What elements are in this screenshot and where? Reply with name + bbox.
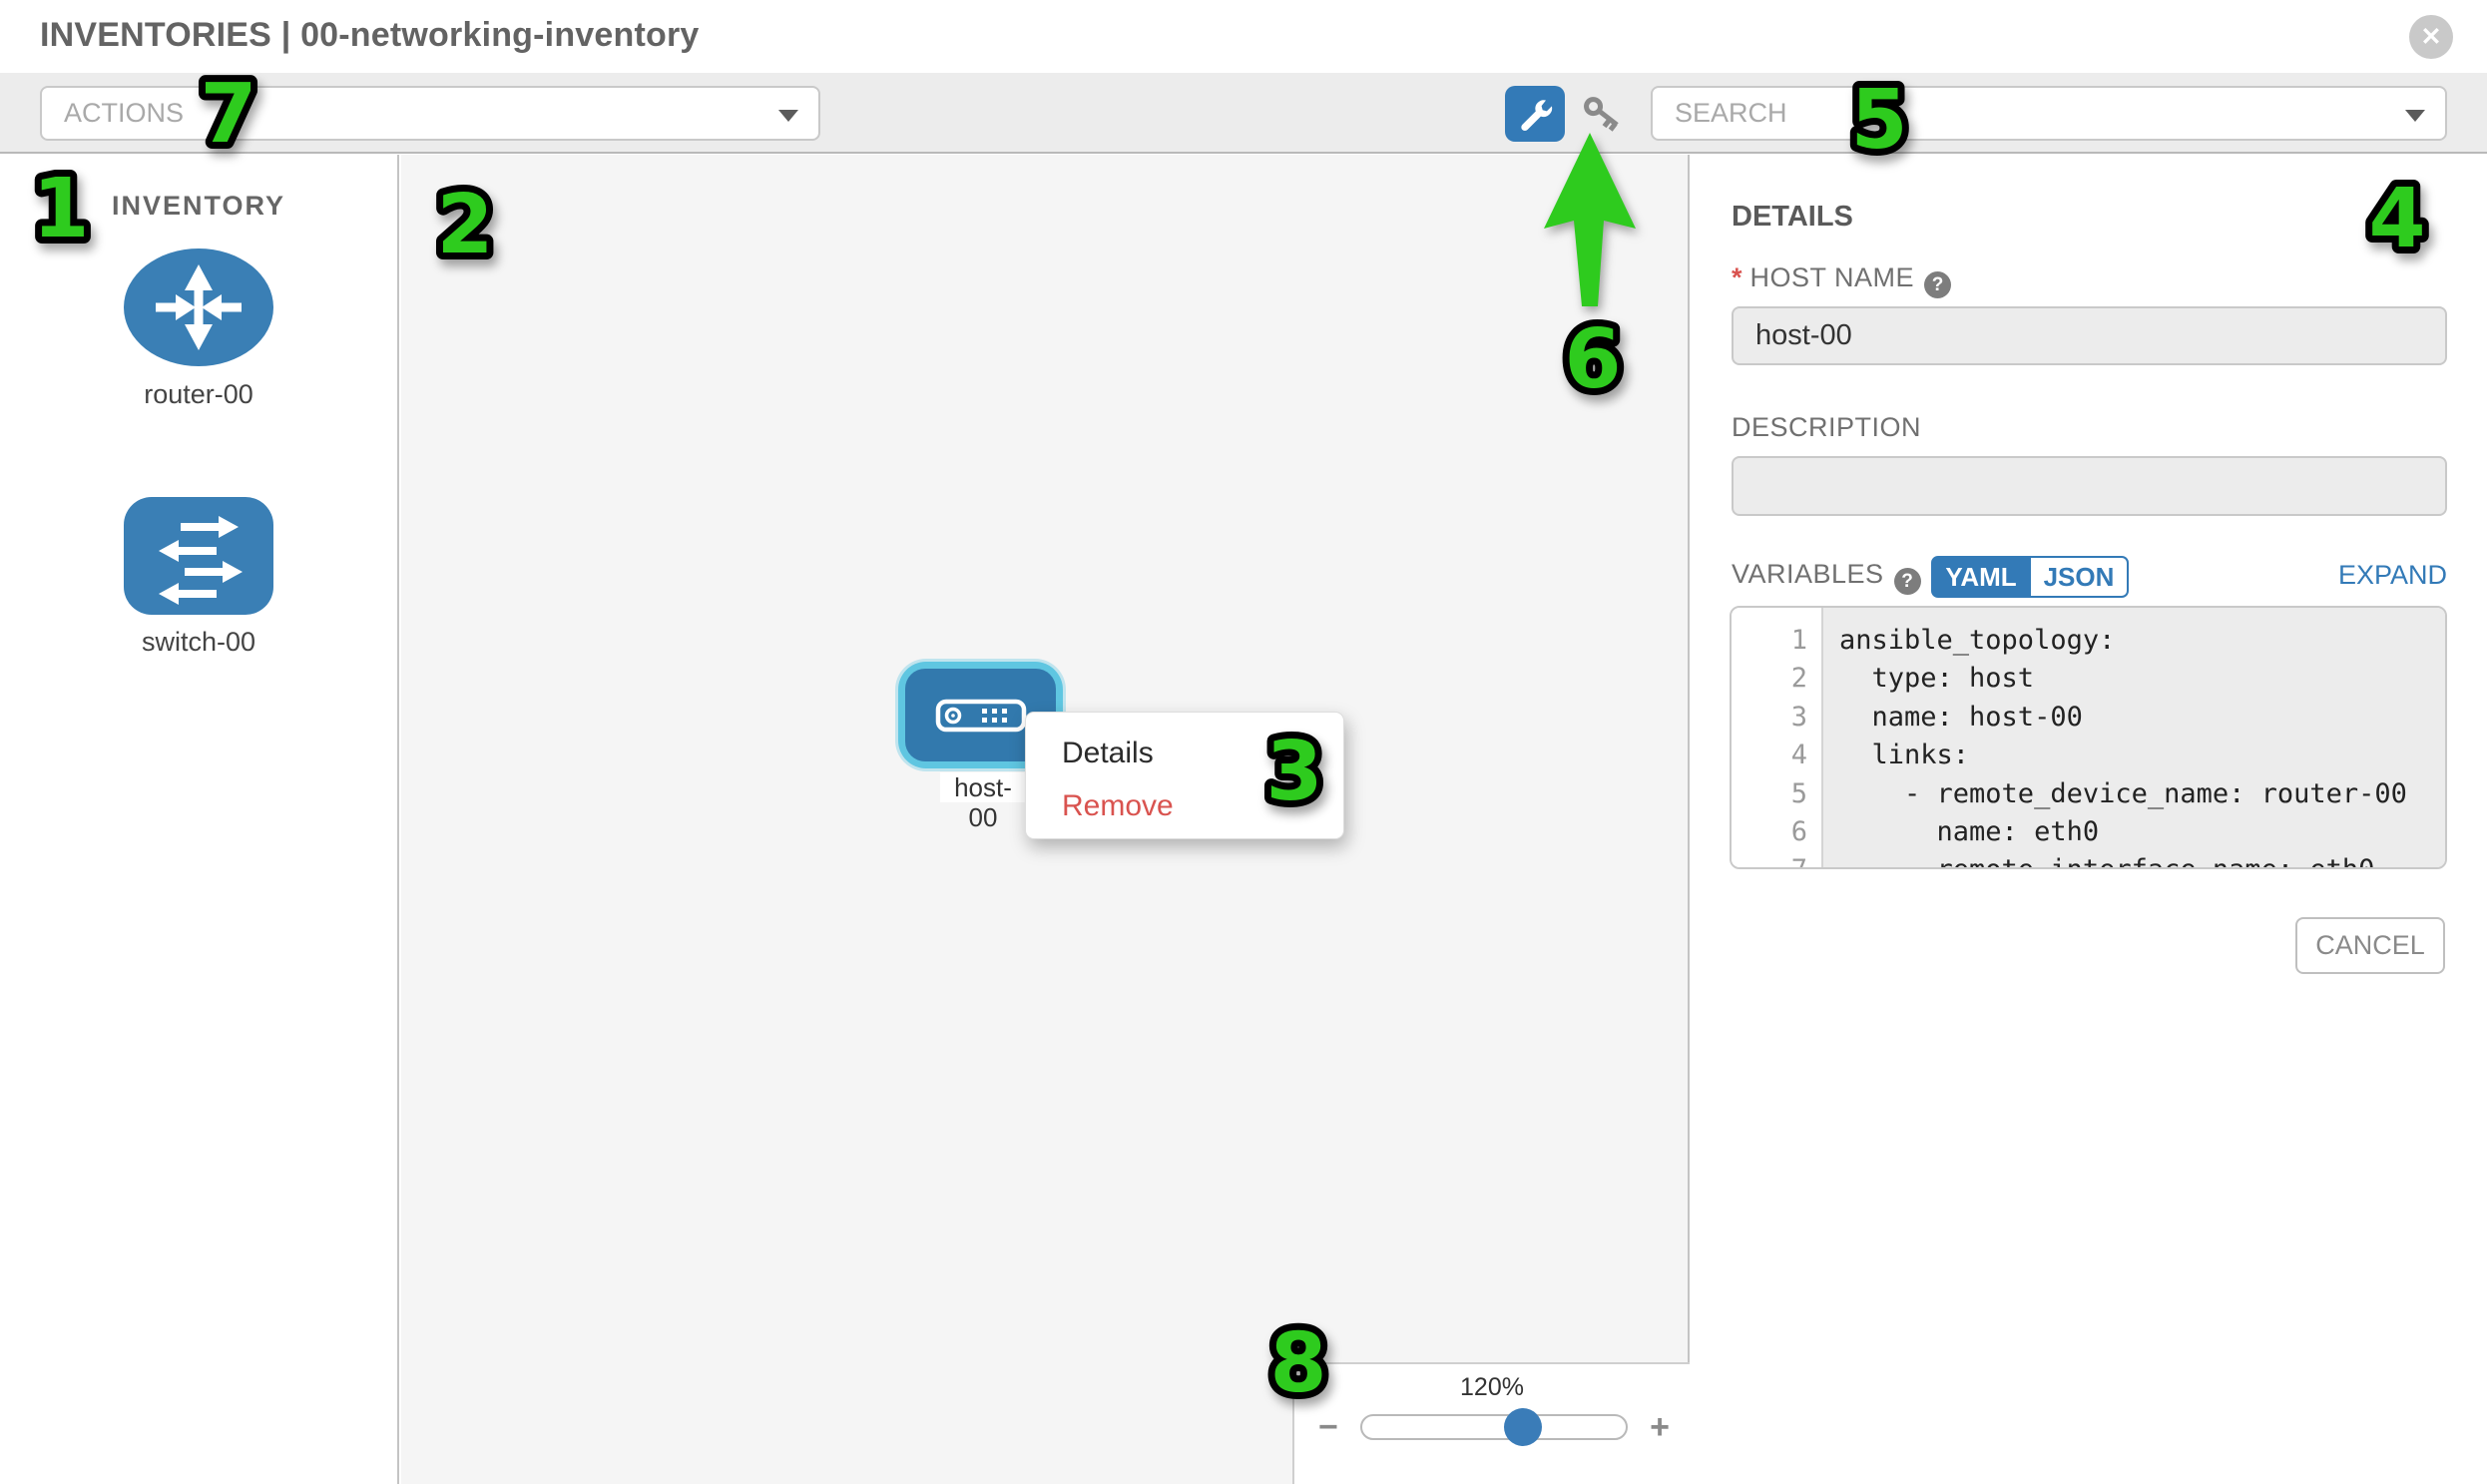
search-dropdown[interactable]: SEARCH [1651, 86, 2447, 141]
variables-code-editor[interactable]: 1 2 3 4 5 6 7 ansible_topology: type: ho… [1730, 606, 2447, 869]
code-line: name: eth0 [1839, 813, 2445, 851]
code-line: remote_interface_name: eth0 [1839, 851, 2445, 869]
zoom-control: 120% − + [1292, 1362, 1690, 1484]
key-button[interactable] [1579, 90, 1627, 138]
host-name-input[interactable]: host-00 [1732, 306, 2447, 365]
line-number: 2 [1732, 660, 1821, 698]
chevron-down-icon [778, 110, 798, 122]
router-icon [122, 247, 275, 368]
inventory-topology-app: INVENTORIES | 00-networking-inventory ✕ … [0, 0, 2487, 1484]
host-icon [935, 695, 1027, 737]
host-name-label-row: * HOST NAME? [1732, 262, 1951, 298]
inventory-palette: INVENTORY router-00 [0, 155, 399, 1484]
line-number: 6 [1732, 813, 1821, 851]
palette-item-switch[interactable]: switch-00 [0, 496, 397, 658]
line-number: 1 [1732, 622, 1821, 660]
code-line: type: host [1839, 660, 2445, 698]
context-menu-item-remove[interactable]: Remove [1062, 779, 1343, 832]
details-heading: DETAILS [1732, 201, 1853, 234]
context-menu-item-details[interactable]: Details [1062, 727, 1343, 779]
description-input[interactable] [1732, 456, 2447, 516]
toolbar: ACTIONS SEARCH [0, 73, 2487, 154]
palette-item-router[interactable]: router-00 [0, 247, 397, 410]
code-line: name: host-00 [1839, 699, 2445, 737]
actions-dropdown-label: ACTIONS [64, 88, 184, 139]
close-button[interactable]: ✕ [2409, 15, 2453, 59]
code-line: ansible_topology: [1839, 622, 2445, 660]
line-number: 3 [1732, 699, 1821, 737]
chevron-down-icon [2405, 110, 2425, 122]
header: INVENTORIES | 00-networking-inventory ✕ [0, 0, 2487, 73]
description-label: DESCRIPTION [1732, 412, 1921, 443]
yaml-toggle-button[interactable]: YAML [1931, 556, 2031, 598]
host-name-label: HOST NAME [1750, 262, 1915, 292]
line-number: 5 [1732, 775, 1821, 813]
wrench-icon [1517, 96, 1553, 132]
variables-label-row: VARIABLES? [1732, 559, 1921, 603]
host-node-label: host-00 [940, 772, 1026, 802]
palette-heading: INVENTORY [0, 191, 397, 222]
actions-dropdown[interactable]: ACTIONS [40, 86, 820, 141]
close-icon: ✕ [2421, 23, 2442, 51]
json-toggle-button[interactable]: JSON [2031, 556, 2129, 598]
palette-item-label: router-00 [0, 379, 397, 410]
variables-format-toggle: YAML JSON [1931, 556, 2129, 598]
search-dropdown-label: SEARCH [1675, 88, 1787, 139]
code-line: - remote_device_name: router-00 [1839, 775, 2445, 813]
code-line: links: [1839, 737, 2445, 774]
switch-icon [123, 496, 274, 616]
details-panel: DETAILS *HOST NAME? host-00 DESCRIPTION … [1692, 155, 2487, 1484]
zoom-slider-thumb[interactable] [1504, 1408, 1542, 1446]
toolbox-button[interactable] [1505, 86, 1565, 142]
editor-code-area[interactable]: ansible_topology: type: host name: host-… [1823, 608, 2445, 867]
palette-item-label: switch-00 [0, 627, 397, 658]
page-title: INVENTORIES | 00-networking-inventory [40, 16, 700, 55]
zoom-in-button[interactable]: + [1650, 1408, 1670, 1447]
expand-link[interactable]: EXPAND [2338, 560, 2447, 591]
zoom-slider[interactable] [1360, 1414, 1628, 1440]
help-icon[interactable]: ? [1924, 271, 1951, 298]
line-number: 7 [1732, 851, 1821, 869]
topology-canvas[interactable]: host-00 Details Remove 120% − + [401, 155, 1690, 1484]
node-context-menu: Details Remove [1025, 712, 1344, 839]
variables-label: VARIABLES [1732, 559, 1884, 589]
line-number: 4 [1732, 737, 1821, 774]
zoom-level-value: 120% [1294, 1373, 1690, 1402]
editor-gutter: 1 2 3 4 5 6 7 [1732, 608, 1823, 867]
help-icon[interactable]: ? [1894, 568, 1921, 595]
required-marker: * [1732, 262, 1742, 292]
zoom-out-button[interactable]: − [1318, 1408, 1338, 1447]
cancel-button[interactable]: CANCEL [2295, 917, 2445, 974]
key-icon [1579, 90, 1627, 138]
